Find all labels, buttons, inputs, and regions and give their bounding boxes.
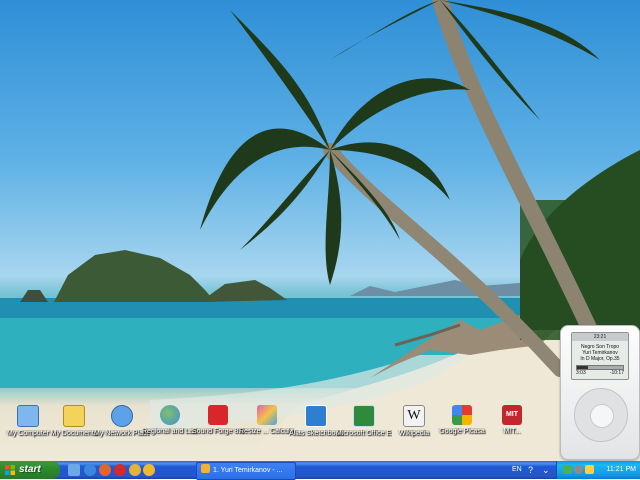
- desktop-icon-label: Microsoft Office Excel: [336, 430, 392, 437]
- my-computer-icon: [17, 405, 39, 427]
- winamp-icon: [201, 464, 210, 473]
- desktop-icon-label: Resize ... Calculator: [239, 428, 295, 435]
- taskbar: start 1. Yuri Temirkanov - ... EN ? ⌄ 11…: [0, 461, 640, 480]
- sketchbook-icon: [305, 405, 327, 427]
- desktop-icon-calculator[interactable]: Resize ... Calculator: [239, 405, 295, 455]
- excel-icon: [353, 405, 375, 427]
- google-icon: [452, 405, 472, 425]
- language-indicator[interactable]: EN: [512, 461, 522, 479]
- ipod-album-line: In D Major, Op.35: [580, 356, 620, 362]
- sound-forge-icon: [208, 405, 228, 425]
- desktop-icon-sound-forge[interactable]: Sound Forge 8.0: [190, 405, 246, 455]
- calculator-icon: [257, 405, 277, 425]
- desktop-icon-excel[interactable]: Microsoft Office Excel: [336, 405, 392, 455]
- media-player-icon[interactable]: [143, 464, 155, 476]
- desktop-icon-mit[interactable]: MIT MIT...: [484, 405, 540, 455]
- firefox-icon[interactable]: [99, 464, 111, 476]
- ipod-gadget[interactable]: 23:21 Negro Son Tropo Yuri Temirkanov In…: [560, 325, 640, 460]
- show-desktop-icon[interactable]: [68, 464, 80, 476]
- ipod-counter: 3:03 -10:17: [572, 370, 628, 376]
- ipod-center-button[interactable]: [590, 404, 614, 428]
- help-icon[interactable]: ?: [528, 463, 533, 477]
- mit-icon: MIT: [502, 405, 522, 425]
- start-button[interactable]: start: [0, 461, 60, 479]
- desktop-icons: My Computer My Documents My Network Plac…: [0, 405, 640, 457]
- start-label: start: [19, 464, 41, 475]
- wallpaper-beach: [0, 0, 640, 461]
- network-icon[interactable]: [574, 465, 583, 474]
- internet-explorer-icon[interactable]: [84, 464, 96, 476]
- chrome-icon[interactable]: [129, 464, 141, 476]
- desktop-icon-label: MIT...: [503, 428, 521, 435]
- network-places-icon: [111, 405, 133, 427]
- wikipedia-icon: W: [403, 405, 425, 427]
- ipod-remaining: -10:17: [609, 370, 624, 376]
- opera-icon[interactable]: [114, 464, 126, 476]
- volume-icon[interactable]: [585, 465, 594, 474]
- system-tray: 11:21 PM: [556, 461, 640, 479]
- clock[interactable]: 11:21 PM: [607, 461, 636, 479]
- taskbar-button-winamp[interactable]: 1. Yuri Temirkanov - ...: [196, 462, 296, 480]
- ipod-click-wheel[interactable]: [574, 388, 628, 442]
- tray-app-icon[interactable]: [563, 465, 572, 474]
- windows-logo-icon: [5, 465, 15, 475]
- desktop-icon-label: Sound Forge 8.0: [191, 428, 245, 435]
- desktop-icon-label: Google Picasa: [439, 428, 485, 435]
- keyboard-options-icon[interactable]: ⌄: [542, 463, 550, 477]
- task-label: 1. Yuri Temirkanov - ...: [213, 467, 283, 474]
- ipod-screen: 23:21 Negro Son Tropo Yuri Temirkanov In…: [571, 332, 629, 380]
- globe-icon: [160, 405, 180, 425]
- ipod-time: 23:21: [572, 333, 628, 341]
- desktop-icon-google[interactable]: Google Picasa: [434, 405, 490, 455]
- ipod-elapsed: 3:03: [576, 370, 586, 376]
- my-documents-icon: [63, 405, 85, 427]
- desktop: My Computer My Documents My Network Plac…: [0, 0, 640, 461]
